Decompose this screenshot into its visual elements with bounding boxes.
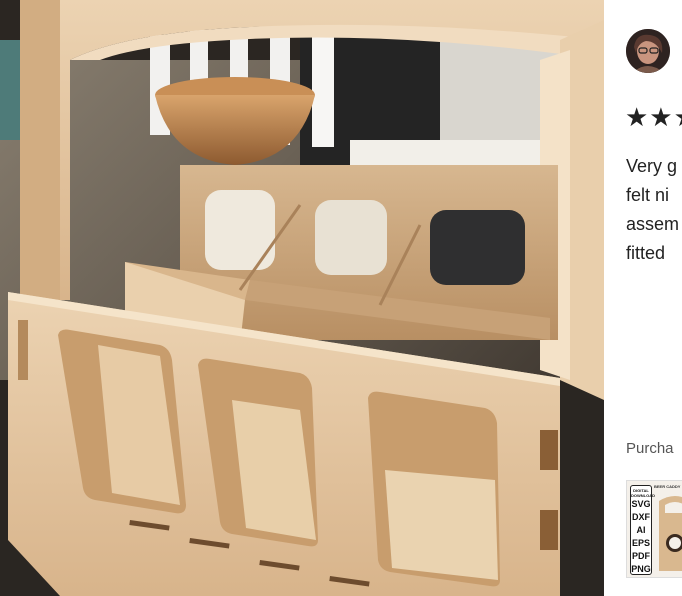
format-label: AI xyxy=(636,525,646,535)
review-line: assem xyxy=(626,214,680,234)
review-line: fitted xyxy=(626,243,666,263)
review-line: felt ni xyxy=(626,185,670,205)
review-panel: ★★★ Very g felt ni assem fitted Purcha D… xyxy=(604,0,682,596)
review-photo[interactable] xyxy=(0,0,604,596)
format-label: EPS xyxy=(631,538,650,548)
format-label: PNG xyxy=(631,564,651,574)
caddy-photo-illustration xyxy=(0,0,604,596)
purchased-item-thumbnail[interactable]: DIGITAL DOWNLOAD SVG DXF AI EPS PDF PNG … xyxy=(626,480,682,578)
file-formats-badge: DIGITAL DOWNLOAD SVG DXF AI EPS PDF PNG xyxy=(630,485,655,575)
format-label: DXF xyxy=(632,512,650,522)
review-text: Very g felt ni assem fitted xyxy=(626,152,682,268)
reviewer-avatar[interactable] xyxy=(626,29,670,73)
formats-header: DIGITAL DOWNLOAD xyxy=(631,488,655,498)
format-label: SVG xyxy=(631,499,651,509)
avatar-image xyxy=(626,29,670,73)
thumb-title: BEER CADDY xyxy=(654,484,681,489)
review-line: Very g xyxy=(626,156,678,176)
rating-stars: ★★★ xyxy=(625,102,682,132)
caddy-thumb-icon xyxy=(659,496,682,571)
format-label: PDF xyxy=(632,551,650,561)
purchased-item-label: Purcha xyxy=(626,440,674,457)
